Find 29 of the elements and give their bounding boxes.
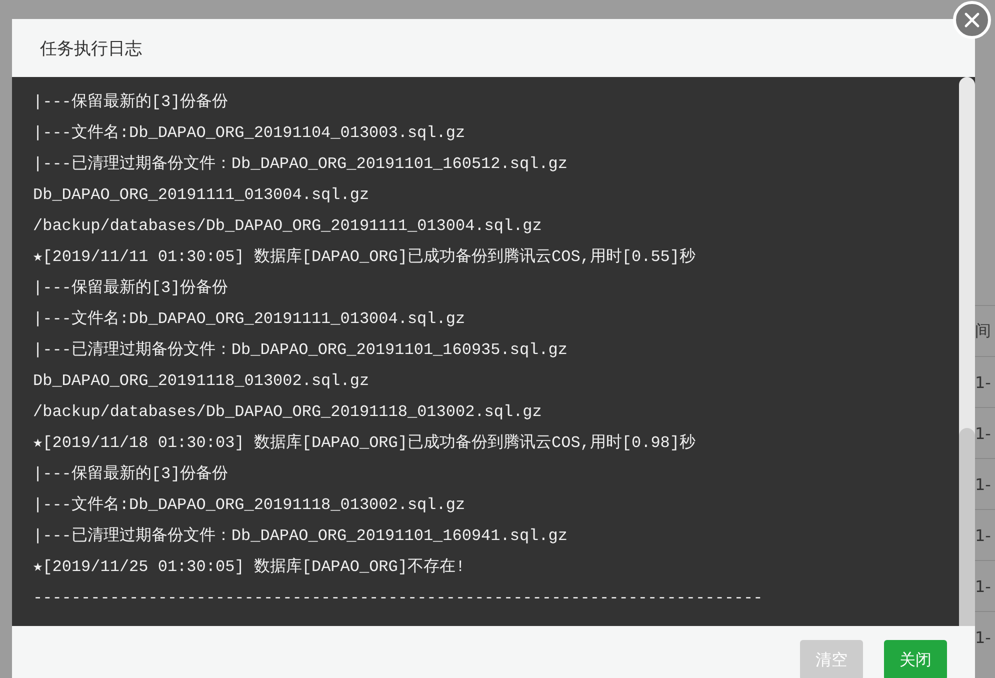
table-cell: 间 (975, 320, 991, 342)
log-line: Db_DAPAO_ORG_20191118_013002.sql.gz (33, 371, 370, 392)
table-cell: 1- (975, 424, 991, 442)
scrollbar[interactable] (959, 77, 975, 626)
dialog-title: 任务执行日志 (40, 38, 142, 60)
table-cell: 1- (975, 526, 991, 544)
log-line: |---已清理过期备份文件：Db_DAPAO_ORG_20191101_160935.sql.gz (33, 340, 568, 361)
log-line: /backup/databases/Db_DAPAO_ORG_20191111_013004.sql.gz (33, 216, 543, 237)
log-line: ★[2019/11/18 01:30:03] 数据库[DAPAO_ORG]已成功备份到腾讯云COS,用时[0.98]秒 (33, 432, 696, 454)
log-line: |---保留最新的[3]份备份 (33, 92, 230, 113)
log-line: |---文件名:Db_DAPAO_ORG_20191118_013002.sql.gz (33, 494, 466, 516)
log-line: ★[2019/11/25 01:30:05] 数据库[DAPAO_ORG]不存在! (33, 556, 466, 578)
table-cell: 1- (975, 474, 991, 494)
table-cell: 1- (975, 372, 991, 392)
log-line: |---保留最新的[3]份备份 (33, 278, 230, 299)
close-icon (964, 12, 980, 28)
log-line: |---文件名:Db_DAPAO_ORG_20191104_013003.sql.gz (33, 122, 466, 144)
table-cell: 1- (975, 628, 991, 646)
log-line: |---保留最新的[3]份备份 (33, 464, 230, 485)
log-line: |---文件名:Db_DAPAO_ORG_20191111_013004.sql.gz (33, 308, 466, 330)
log-line: |---已清理过期备份文件：Db_DAPAO_ORG_20191101_160941.sql.gz (33, 526, 568, 547)
log-line: Db_DAPAO_ORG_20191111_013004.sql.gz (33, 185, 370, 206)
log-line: ★[2019/11/11 01:30:05] 数据库[DAPAO_ORG]已成功备份到腾讯云COS,用时[0.55]秒 (33, 246, 696, 268)
log-line: /backup/databases/Db_DAPAO_ORG_20191118_013002.sql.gz (33, 402, 543, 423)
log-line: |---已清理过期备份文件：Db_DAPAO_ORG_20191101_160512.sql.gz (33, 154, 568, 175)
close-button[interactable] (953, 1, 991, 39)
dialog-button[interactable]: 关闭 (884, 640, 947, 678)
table-cell: 1- (975, 576, 991, 596)
log-line: ---------------------------------------------------------------------------- (33, 588, 764, 609)
